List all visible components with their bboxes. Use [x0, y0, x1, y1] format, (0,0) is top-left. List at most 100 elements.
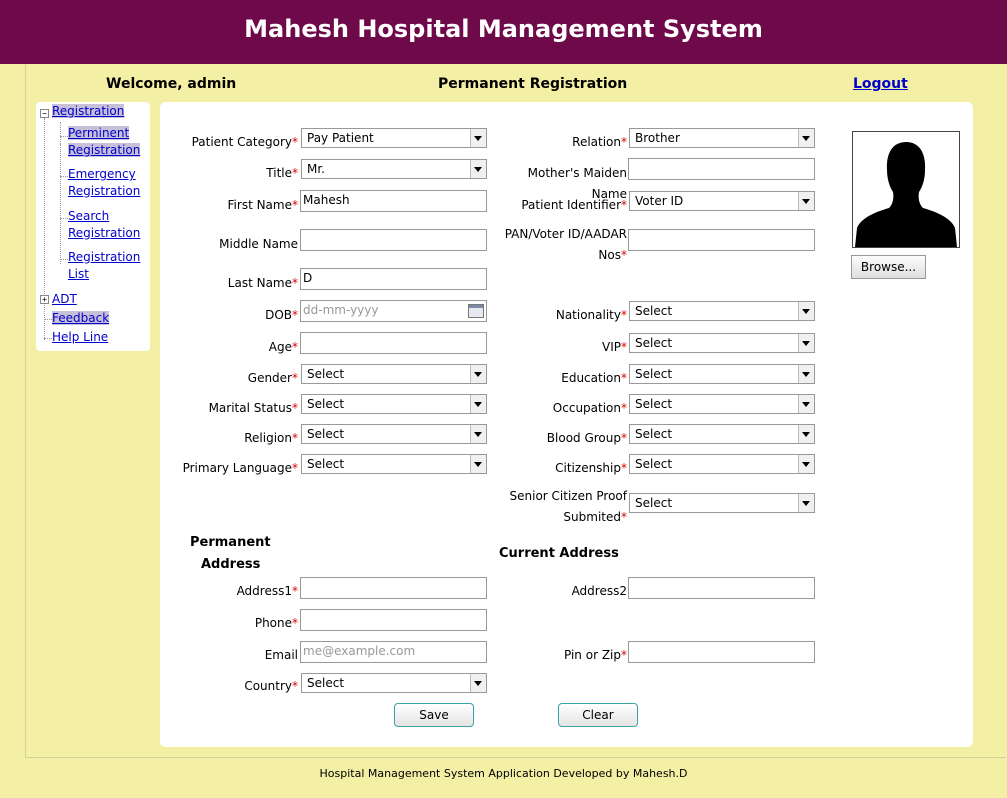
patient-photo	[852, 131, 960, 248]
address1-input[interactable]	[300, 577, 487, 599]
last-name-input[interactable]: D	[300, 268, 487, 290]
welcome-text: Welcome, admin	[106, 76, 237, 92]
dropdown-arrow-icon	[798, 455, 814, 473]
pan-voter-id-input[interactable]	[628, 229, 815, 251]
mothers-maiden-name-input[interactable]	[628, 158, 815, 180]
education-label: Education*	[561, 371, 627, 385]
dropdown-arrow-icon	[798, 302, 814, 320]
search-link-line2[interactable]: Registration	[68, 226, 140, 240]
avatar-silhouette-icon	[855, 142, 957, 247]
browse-button[interactable]: Browse...	[851, 255, 926, 279]
app-title: Mahesh Hospital Management System	[244, 15, 763, 43]
tree-emergency-registration[interactable]: Emergency Registration	[68, 166, 140, 200]
tree-line	[60, 218, 68, 219]
tree-line	[60, 144, 61, 264]
pan-voter-id-label: PAN/Voter ID/AADAR Nos*	[504, 227, 627, 262]
gender-label: Gender*	[247, 371, 298, 385]
blood-group-label: Blood Group*	[546, 431, 627, 445]
address2-input[interactable]	[628, 577, 815, 599]
patient-identifier-select[interactable]: Voter ID	[629, 191, 815, 211]
registration-list-line2[interactable]: List	[68, 267, 89, 281]
tree-registration[interactable]: Registration	[52, 103, 125, 120]
occupation-select[interactable]: Select	[629, 394, 815, 414]
nationality-select[interactable]: Select	[629, 301, 815, 321]
country-select[interactable]: Select	[301, 673, 487, 693]
senior-citizen-select[interactable]: Select	[629, 493, 815, 513]
dropdown-arrow-icon	[798, 129, 814, 147]
tree-line	[44, 319, 52, 320]
current-address-heading: Current Address	[499, 546, 619, 561]
middle-name-input[interactable]	[300, 229, 487, 251]
logout-link[interactable]: Logout	[853, 76, 908, 92]
phone-input[interactable]	[300, 609, 487, 631]
title-select[interactable]: Mr.	[301, 159, 487, 179]
tree-line	[60, 259, 68, 260]
dropdown-arrow-icon	[798, 494, 814, 512]
tree-line	[60, 136, 68, 137]
education-select[interactable]: Select	[629, 364, 815, 384]
dropdown-arrow-icon	[798, 395, 814, 413]
patient-category-select[interactable]: Pay Patient	[301, 128, 487, 148]
dropdown-arrow-icon	[798, 365, 814, 383]
feedback-link[interactable]: Feedback	[52, 311, 110, 325]
marital-status-select[interactable]: Select	[301, 394, 487, 414]
registration-link[interactable]: Registration	[52, 104, 125, 118]
primary-language-label: Primary Language*	[182, 461, 298, 475]
tree-search-registration[interactable]: Search Registration	[68, 208, 140, 242]
first-name-label: First Name*	[227, 198, 298, 212]
religion-select[interactable]: Select	[301, 424, 487, 444]
dob-label: DOB*	[265, 308, 298, 322]
tree-line	[44, 338, 52, 339]
page-title: Permanent Registration	[438, 76, 628, 92]
calendar-icon[interactable]	[468, 304, 484, 318]
pin-input[interactable]	[628, 641, 815, 663]
first-name-input[interactable]: Mahesh	[300, 190, 487, 212]
expand-icon[interactable]: +	[40, 295, 49, 304]
address1-label: Address1*	[236, 584, 298, 598]
citizenship-select[interactable]: Select	[629, 454, 815, 474]
address2-label: Address2	[571, 584, 627, 598]
gender-select[interactable]: Select	[301, 364, 487, 384]
permanent-link-line2[interactable]: Registration	[68, 143, 141, 157]
permanent-address-heading: Permanent Address	[190, 535, 271, 572]
religion-label: Religion*	[244, 431, 298, 445]
middle-name-label: Middle Name	[219, 237, 298, 251]
search-link-line1[interactable]: Search	[68, 209, 109, 223]
permanent-link-line1[interactable]: Perminent	[68, 126, 130, 140]
vip-label: VIP*	[602, 340, 627, 354]
pin-label: Pin or Zip*	[564, 648, 627, 662]
senior-citizen-label: Senior Citizen Proof Submited*	[509, 489, 628, 524]
helpline-link[interactable]: Help Line	[52, 330, 108, 344]
tree-permanent-registration[interactable]: Perminent Registration	[68, 125, 141, 159]
tree-feedback[interactable]: Feedback	[52, 310, 110, 327]
dropdown-arrow-icon	[470, 395, 486, 413]
country-label: Country*	[244, 679, 298, 693]
tree-line	[60, 176, 68, 177]
dropdown-arrow-icon	[798, 334, 814, 352]
tree-adt[interactable]: ADT	[52, 291, 77, 308]
dropdown-arrow-icon	[470, 455, 486, 473]
dropdown-arrow-icon	[470, 674, 486, 692]
patient-category-label: Patient Category*	[191, 135, 298, 149]
emergency-link-line2[interactable]: Registration	[68, 184, 140, 198]
age-input[interactable]	[300, 332, 487, 354]
app-header: Mahesh Hospital Management System	[0, 0, 1007, 64]
registration-list-line1[interactable]: Registration	[68, 250, 140, 264]
vip-select[interactable]: Select	[629, 333, 815, 353]
adt-link[interactable]: ADT	[52, 292, 77, 306]
emergency-link-line1[interactable]: Emergency	[68, 167, 136, 181]
collapse-icon[interactable]: −	[40, 109, 49, 118]
tree-registration-list[interactable]: Registration List	[68, 249, 140, 283]
primary-language-select[interactable]: Select	[301, 454, 487, 474]
clear-button[interactable]: Clear	[558, 703, 638, 727]
relation-select[interactable]: Brother	[629, 128, 815, 148]
tree-helpline[interactable]: Help Line	[52, 329, 108, 346]
footer-text: Hospital Management System Application D…	[319, 767, 688, 780]
email-label: Email	[264, 648, 298, 662]
occupation-label: Occupation*	[552, 401, 627, 415]
dob-input[interactable]: dd-mm-yyyy	[300, 300, 487, 322]
blood-group-select[interactable]: Select	[629, 424, 815, 444]
email-input[interactable]: me@example.com	[300, 641, 487, 663]
title-label: Title*	[266, 166, 298, 180]
save-button[interactable]: Save	[394, 703, 474, 727]
